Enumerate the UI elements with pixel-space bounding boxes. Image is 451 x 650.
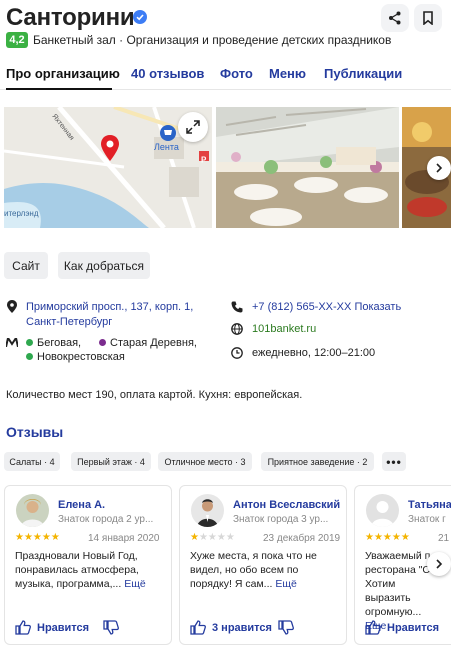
expand-icon [186, 120, 200, 134]
reviewer-name[interactable]: Елена А. [58, 499, 105, 511]
review-text: Праздновали Новый Год, понравилась атмос… [15, 550, 146, 590]
clock-icon [231, 347, 243, 359]
map-place-label: Лента [154, 142, 179, 152]
metro-icon [6, 338, 18, 347]
share-icon [389, 11, 401, 25]
banquet-hall-photo [216, 107, 399, 228]
thumbs-up-icon [15, 620, 31, 635]
thumbs-down-icon[interactable] [103, 620, 119, 635]
star-rating: ★★★★★ [190, 532, 235, 543]
reviewer-name[interactable]: Антон Всеславский [233, 499, 340, 511]
avatar[interactable] [366, 494, 399, 527]
next-photo-button[interactable] [427, 156, 451, 180]
avatar[interactable] [16, 494, 49, 527]
show-phone-link[interactable]: Показать [354, 301, 401, 313]
map-place-label-2: итерлэнд [4, 209, 39, 218]
chevron-right-icon [436, 163, 443, 173]
review-tag-chip[interactable]: Первый этаж · 4 [71, 452, 151, 471]
next-reviews-button[interactable] [427, 552, 451, 576]
tab-publications[interactable]: Публикации [324, 66, 402, 81]
review-tag-chip[interactable]: Салаты · 4 [4, 452, 60, 471]
page-title: Санторини [6, 4, 135, 31]
reviews-heading[interactable]: Отзывы [6, 424, 63, 440]
thumbs-up-icon [190, 620, 206, 635]
reviewer-level: Знаток города 2 ур... [58, 514, 154, 525]
globe-icon [231, 323, 243, 335]
bookmark-button[interactable] [414, 4, 442, 32]
review-date: 23 декабря 2019 [263, 533, 341, 544]
tab-menu[interactable]: Меню [269, 66, 306, 81]
review-text: Хуже места, я пока что не видел, но обо … [190, 550, 317, 590]
metro-station-name: Старая Деревня, [110, 337, 197, 349]
expand-map-button[interactable] [178, 112, 208, 142]
review-date: 14 января 2020 [88, 533, 160, 544]
active-tab-indicator [6, 88, 112, 90]
tab-reviews[interactable]: 40 отзывов [131, 66, 204, 81]
chevron-right-icon [436, 559, 443, 569]
review-tag-chip[interactable]: Приятное заведение · 2 [261, 452, 374, 471]
review-card: Антон Всеславский Знаток города 3 ур... … [179, 485, 347, 645]
metro-station: Новокрестовская [26, 350, 125, 365]
verified-check-icon [133, 10, 147, 24]
thumbs-up-icon [365, 620, 381, 635]
phone-icon [231, 301, 243, 313]
tab-photos[interactable]: Фото [220, 66, 253, 81]
like-label: 3 нравится [212, 621, 272, 634]
categories: Банкетный зал · Организация и проведение… [33, 33, 392, 47]
metro-station-name: Беговая, [37, 337, 82, 349]
phone-value: +7 (812) 565-XX-XX [252, 301, 352, 313]
shopping-cart-icon [160, 125, 176, 141]
metro-line-dot [26, 339, 33, 346]
like-label: Нравится [387, 621, 440, 634]
like-button[interactable]: Нравится [365, 620, 439, 635]
website-link[interactable]: 101banket.ru [252, 322, 316, 337]
like-label: Нравится [37, 621, 90, 634]
svg-text:P: P [201, 156, 207, 165]
location-pin-icon [101, 135, 119, 161]
star-rating: ★★★★★ [365, 532, 410, 543]
venue-photo[interactable] [216, 107, 399, 228]
address-link[interactable]: Приморский просп., 137, корп. 1, Санкт-П… [26, 300, 201, 330]
avatar[interactable] [191, 494, 224, 527]
share-button[interactable] [381, 4, 409, 32]
parking-icon: P [199, 151, 209, 165]
read-more-link[interactable]: Ещё [124, 578, 145, 590]
reviewer-name[interactable]: Татьяна [408, 499, 451, 511]
metro-station-name: Новокрестовская [37, 351, 125, 363]
route-button[interactable]: Как добраться [58, 252, 150, 279]
metro-station: Беговая, [26, 336, 81, 351]
review-tag-chip[interactable]: Отличное место · 3 [158, 452, 252, 471]
more-tags-button[interactable]: ••• [382, 452, 406, 471]
metro-line-dot [26, 353, 33, 360]
like-button[interactable]: 3 нравится [190, 620, 272, 635]
metro-line-dot [99, 339, 106, 346]
read-more-link[interactable]: Ещё [275, 578, 296, 590]
rating-badge: 4,2 [6, 32, 28, 48]
bookmark-icon [423, 11, 433, 25]
review-card: Елена А. Знаток города 2 ур... ★★★★★ 14 … [4, 485, 172, 645]
review-date: 21 я [438, 533, 451, 544]
reviewer-level: Знаток города 3 ур... [233, 514, 329, 525]
site-button[interactable]: Сайт [4, 252, 48, 279]
phone-number[interactable]: +7 (812) 565-XX-XX Показать [252, 300, 401, 315]
star-rating: ★★★★★ [15, 532, 60, 543]
metro-station: Старая Деревня, [99, 336, 197, 351]
thumbs-down-icon[interactable] [278, 620, 294, 635]
tab-bar: Про организацию 40 отзывов Фото Меню Пуб… [0, 62, 451, 90]
like-button[interactable]: Нравится [15, 620, 89, 635]
reviewer-level: Знаток г [408, 514, 446, 525]
tab-about[interactable]: Про организацию [6, 66, 120, 81]
location-icon [7, 300, 17, 313]
working-hours: ежедневно, 12:00–21:00 [252, 347, 376, 359]
description: Количество мест 190, оплата картой. Кухн… [6, 389, 303, 401]
